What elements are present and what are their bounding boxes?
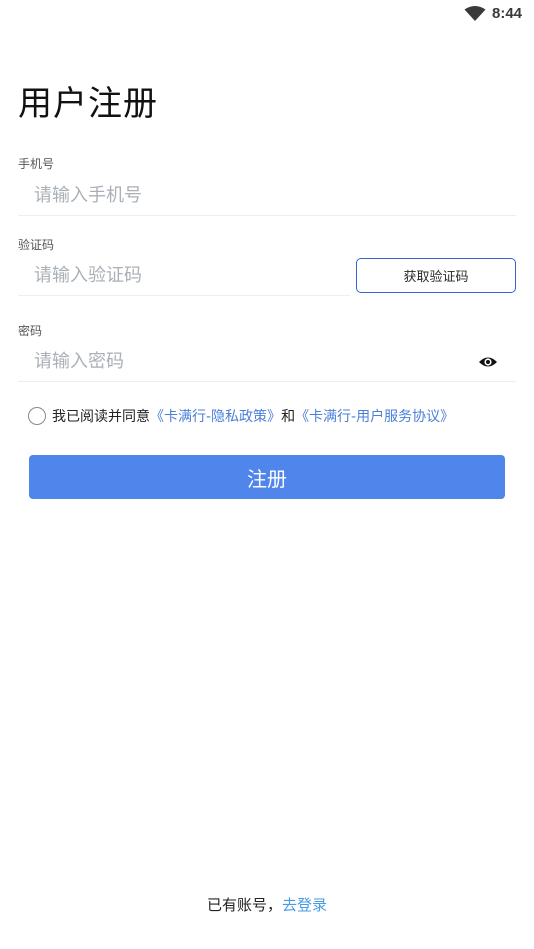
eye-icon[interactable] <box>478 354 498 370</box>
password-input[interactable] <box>18 342 516 382</box>
password-label: 密码 <box>18 324 43 338</box>
status-time: 8:44 <box>492 5 523 22</box>
footer: 已有账号，去登录 <box>0 894 534 915</box>
login-link[interactable]: 去登录 <box>282 896 327 914</box>
agreement-checkbox[interactable] <box>28 407 46 425</box>
privacy-policy-link[interactable]: 《卡满行-隐私政策》 <box>150 406 281 426</box>
status-bar: 8:44 <box>0 0 534 28</box>
agreement-conjunction: 和 <box>281 409 296 425</box>
footer-text: 已有账号， <box>206 896 282 914</box>
register-screen: 8:44 用户注册 手机号 验证码 获取验证码 密码 我已阅读并同意 《卡满行-… <box>0 0 534 949</box>
agreement-row: 我已阅读并同意 《卡满行-隐私政策》 和 《卡满行-用户服务协议》 <box>28 404 454 428</box>
wifi-icon <box>464 6 486 21</box>
get-code-button[interactable]: 获取验证码 <box>356 258 516 293</box>
register-button[interactable]: 注册 <box>29 455 505 499</box>
code-input[interactable] <box>18 256 350 296</box>
service-agreement-link[interactable]: 《卡满行-用户服务协议》 <box>295 406 454 426</box>
phone-input[interactable] <box>18 176 516 216</box>
agreement-prefix: 我已阅读并同意 <box>52 409 150 425</box>
page-title: 用户注册 <box>18 84 158 124</box>
code-label: 验证码 <box>18 238 55 252</box>
phone-label: 手机号 <box>18 157 55 171</box>
